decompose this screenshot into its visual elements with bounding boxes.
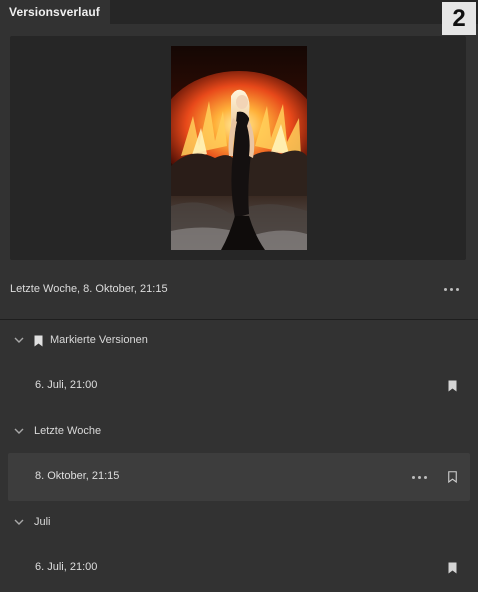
bookmark-filled-icon[interactable]: [448, 562, 457, 574]
version-date-label: 6. Juli, 21:00: [35, 379, 98, 391]
chevron-down-icon[interactable]: [14, 336, 24, 344]
more-horizontal-icon[interactable]: [444, 288, 459, 291]
chevron-down-icon[interactable]: [14, 427, 24, 435]
version-preview: [10, 36, 466, 260]
group-header-juli[interactable]: Juli: [0, 513, 478, 535]
tab-versionsverlauf[interactable]: Versionsverlauf: [0, 0, 110, 24]
current-version-label: Letzte Woche, 8. Oktober, 21:15: [10, 283, 168, 295]
bookmark-filled-icon[interactable]: [448, 380, 457, 392]
group-label: Juli: [34, 516, 51, 528]
panel-tab-bar: Versionsverlauf: [0, 0, 478, 24]
version-date-label: 6. Juli, 21:00: [35, 561, 98, 573]
current-version-info: Letzte Woche, 8. Oktober, 21:15: [10, 280, 466, 302]
step-number-badge: 2: [442, 2, 476, 35]
group-header-letzte-woche[interactable]: Letzte Woche: [0, 422, 478, 444]
group-label: Letzte Woche: [34, 425, 102, 437]
version-date-label: 8. Oktober, 21:15: [35, 470, 120, 482]
group-label: Markierte Versionen: [50, 334, 148, 346]
group-header-markierte-versionen[interactable]: Markierte Versionen: [0, 331, 478, 353]
version-row[interactable]: 6. Juli, 21:00: [8, 362, 470, 410]
divider: [0, 319, 478, 320]
version-row-selected[interactable]: 8. Oktober, 21:15: [8, 453, 470, 501]
bookmark-icon: [34, 335, 43, 347]
chevron-down-icon[interactable]: [14, 518, 24, 526]
version-row[interactable]: 6. Juli, 21:00: [8, 544, 470, 592]
more-horizontal-icon[interactable]: [412, 476, 427, 479]
preview-thumbnail[interactable]: [171, 46, 307, 250]
bookmark-outline-icon[interactable]: [448, 471, 457, 483]
